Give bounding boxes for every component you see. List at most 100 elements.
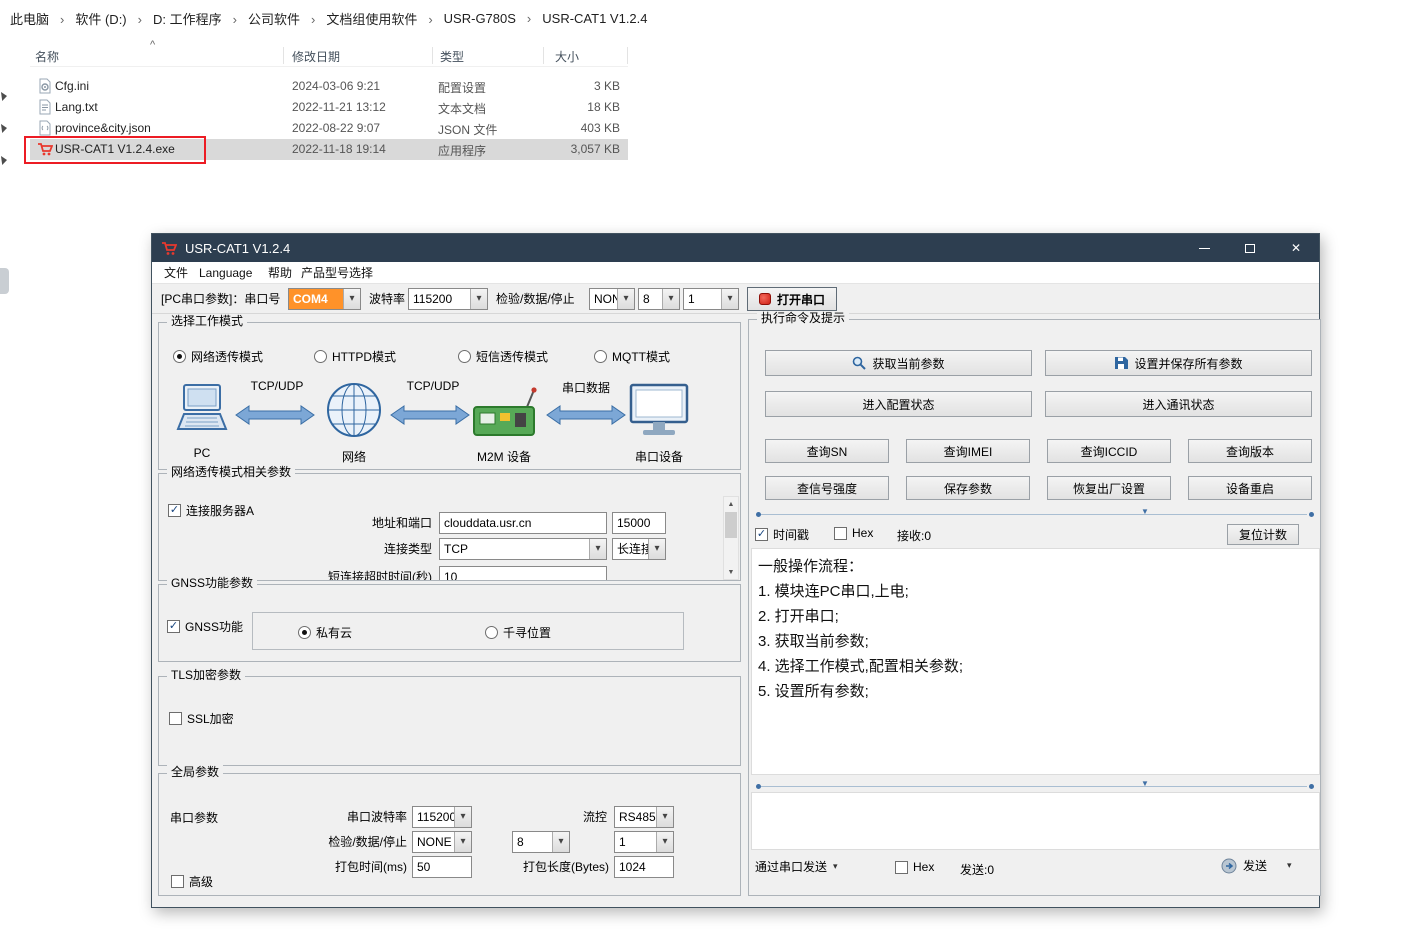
- menu-file[interactable]: 文件: [164, 262, 188, 284]
- breadcrumb-item-work[interactable]: D: 工作程序: [153, 9, 248, 28]
- server-port-input[interactable]: [612, 512, 666, 534]
- scrollbar-thumb[interactable]: [725, 512, 737, 538]
- enter-config-state-button[interactable]: 进入配置状态: [765, 391, 1032, 417]
- get-current-params-button[interactable]: 获取当前参数: [765, 350, 1032, 376]
- breadcrumb-item-drive-d[interactable]: 软件 (D:): [75, 9, 153, 28]
- advanced-checkbox[interactable]: 高级: [171, 873, 213, 890]
- menu-product-select[interactable]: 产品型号选择: [301, 262, 373, 284]
- column-divider[interactable]: [627, 47, 628, 64]
- databits-select[interactable]: 8: [638, 288, 680, 310]
- global-parity-select[interactable]: NONE: [412, 831, 472, 853]
- device-restart-button[interactable]: 设备重启: [1188, 476, 1312, 500]
- pack-time-input[interactable]: [412, 856, 472, 878]
- column-header-date[interactable]: 修改日期: [292, 48, 340, 65]
- collapse-arrow-icon[interactable]: [1141, 508, 1149, 516]
- set-save-all-params-button[interactable]: 设置并保存所有参数: [1045, 350, 1312, 376]
- parity-select[interactable]: NONI: [589, 288, 635, 310]
- gnss-qianxun-radio[interactable]: 千寻位置: [485, 624, 551, 641]
- short-conn-timeout-input[interactable]: [439, 566, 607, 580]
- open-serial-button[interactable]: 打开串口: [747, 287, 837, 311]
- timestamp-checkbox[interactable]: 时间戳: [755, 526, 809, 543]
- keepalive-select[interactable]: 长连接: [612, 538, 666, 560]
- title-bar[interactable]: USR-CAT1 V1.2.4: [152, 234, 1319, 262]
- column-divider[interactable]: [432, 47, 433, 64]
- splitter-handle[interactable]: [751, 510, 1317, 518]
- gnss-private-cloud-radio[interactable]: 私有云: [298, 624, 352, 641]
- file-row-cfg-ini[interactable]: Cfg.ini 2024-03-06 9:21 配置设置 3 KB: [30, 76, 628, 97]
- factory-reset-button[interactable]: 恢复出厂设置: [1047, 476, 1171, 500]
- baud-select[interactable]: 115200: [408, 288, 488, 310]
- flow-control-select[interactable]: RS485: [614, 806, 674, 828]
- gnss-group: GNSS功能参数 GNSS功能 私有云 千寻位置: [158, 584, 741, 662]
- file-row-lang-txt[interactable]: Lang.txt 2022-11-21 13:12 文本文档 18 KB: [30, 97, 628, 118]
- mode-net-transparent[interactable]: 网络透传模式: [173, 348, 263, 365]
- conn-type-select[interactable]: TCP: [439, 538, 607, 560]
- tls-title: TLS加密参数: [167, 668, 245, 683]
- column-header-size[interactable]: 大小: [555, 48, 579, 65]
- chevron-down-icon: [617, 289, 634, 309]
- gnss-enable-checkbox[interactable]: GNSS功能: [167, 618, 243, 635]
- global-databits-select[interactable]: 8: [512, 831, 570, 853]
- send-via-dropdown[interactable]: 通过串口发送 ▾: [755, 858, 838, 875]
- serial-baud-select[interactable]: 115200: [412, 806, 472, 828]
- send-hex-checkbox[interactable]: Hex: [895, 860, 934, 874]
- breadcrumb-item-usr-g780s[interactable]: USR-G780S: [444, 11, 543, 26]
- net-params-scrollbar[interactable]: [723, 496, 739, 580]
- close-button[interactable]: [1273, 234, 1319, 262]
- menu-language[interactable]: Language: [199, 262, 252, 284]
- send-button[interactable]: 发送 ▾: [1221, 857, 1292, 874]
- save-params-button[interactable]: 保存参数: [906, 476, 1030, 500]
- query-imei-button[interactable]: 查询IMEI: [906, 439, 1030, 463]
- scroll-down-icon[interactable]: [724, 565, 738, 579]
- send-input-area[interactable]: [751, 792, 1320, 850]
- global-stopbits-select[interactable]: 1: [614, 831, 674, 853]
- column-divider[interactable]: [543, 47, 544, 64]
- column-header-type[interactable]: 类型: [440, 48, 464, 65]
- file-size: 3,057 KB: [530, 142, 620, 156]
- file-size: 18 KB: [530, 100, 620, 114]
- short-conn-timeout-label: 短连接超时时间(秒): [309, 566, 432, 580]
- breadcrumb-item-usr-cat1[interactable]: USR-CAT1 V1.2.4: [542, 11, 647, 26]
- breadcrumb-item-this-pc[interactable]: 此电脑: [10, 9, 75, 28]
- splitter-handle[interactable]: [751, 782, 1317, 790]
- com-port-select[interactable]: COM4: [288, 288, 361, 310]
- mode-label: 网络透传模式: [191, 348, 263, 365]
- column-divider[interactable]: [283, 47, 284, 64]
- network-label: 网络: [325, 448, 383, 465]
- gnss-options-box: 私有云 千寻位置: [252, 612, 684, 650]
- scroll-up-icon[interactable]: [724, 497, 738, 511]
- serial-data-label: 串口数据: [554, 379, 618, 396]
- server-address-input[interactable]: [439, 512, 607, 534]
- collapse-arrow-icon[interactable]: [1141, 780, 1149, 788]
- pack-length-label: 打包长度(Bytes): [511, 856, 609, 878]
- menu-help[interactable]: 帮助: [268, 262, 292, 284]
- mode-mqtt[interactable]: MQTT模式: [594, 348, 670, 365]
- minimize-button[interactable]: [1181, 234, 1227, 262]
- query-version-button[interactable]: 查询版本: [1188, 439, 1312, 463]
- ssl-checkbox[interactable]: SSL加密: [169, 710, 234, 727]
- receive-log[interactable]: 一般操作流程： 1. 模块连PC串口,上电; 2. 打开串口; 3. 获取当前参…: [751, 548, 1320, 775]
- query-signal-button[interactable]: 查信号强度: [765, 476, 889, 500]
- pack-length-input[interactable]: [614, 856, 674, 878]
- chevron-down-icon: [552, 832, 569, 852]
- stopbits-value: 1: [684, 289, 721, 309]
- query-iccid-button[interactable]: 查询ICCID: [1047, 439, 1171, 463]
- button-label: 保存参数: [944, 480, 992, 497]
- query-sn-button[interactable]: 查询SN: [765, 439, 889, 463]
- network-globe-icon: [325, 381, 383, 439]
- enter-comm-state-button[interactable]: 进入通讯状态: [1045, 391, 1312, 417]
- file-date: 2024-03-06 9:21: [292, 79, 380, 93]
- breadcrumb-item-company[interactable]: 公司软件: [248, 9, 326, 28]
- column-header-name[interactable]: 名称: [35, 48, 59, 65]
- breadcrumb-item-docs[interactable]: 文档组使用软件: [326, 9, 443, 28]
- mode-sms-transparent[interactable]: 短信透传模式: [458, 348, 548, 365]
- commands-group: 执行命令及提示 获取当前参数 设置并保存所有参数 进入配置状态 进入通讯状态 查…: [748, 319, 1321, 896]
- server-a-checkbox[interactable]: 连接服务器A: [168, 502, 254, 519]
- reset-count-button[interactable]: 复位计数: [1227, 524, 1299, 545]
- maximize-button[interactable]: [1227, 234, 1273, 262]
- mode-httpd[interactable]: HTTPD模式: [314, 348, 396, 365]
- mode-label: MQTT模式: [612, 348, 670, 365]
- button-label: 进入配置状态: [862, 396, 934, 413]
- recv-hex-checkbox[interactable]: Hex: [834, 526, 873, 540]
- stopbits-select[interactable]: 1: [683, 288, 739, 310]
